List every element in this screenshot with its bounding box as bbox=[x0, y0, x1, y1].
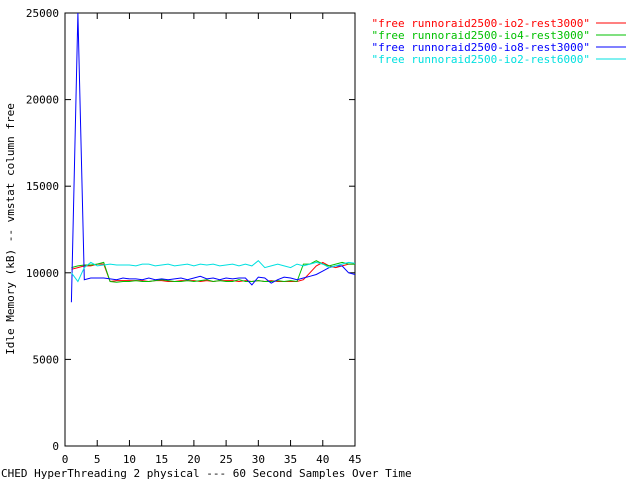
x-tick-label: 40 bbox=[316, 453, 329, 466]
legend-label: "free runnoraid2500-io2-rest6000" bbox=[371, 53, 590, 66]
y-tick-label: 5000 bbox=[33, 353, 60, 366]
y-tick-label: 10000 bbox=[26, 267, 59, 280]
x-tick-label: 25 bbox=[219, 453, 232, 466]
series-line-1 bbox=[71, 261, 355, 283]
line-chart: 0 5000 10000 15000 20000 25000 0 5 10 15 20 25 30 35… bbox=[1, 7, 626, 480]
y-tick-label: 0 bbox=[52, 440, 59, 453]
y-axis-label: Idle Memory (kB) -- vmstat column free bbox=[4, 103, 17, 355]
x-tick-label: 5 bbox=[94, 453, 101, 466]
y-tick-label: 15000 bbox=[26, 180, 59, 193]
y-tick-label: 20000 bbox=[26, 94, 59, 107]
x-tick-label: 10 bbox=[123, 453, 136, 466]
x-tick-label: 45 bbox=[348, 453, 361, 466]
x-axis-label: CHED HyperThreading 2 physical --- 60 Se… bbox=[1, 467, 412, 480]
x-tick-label: 35 bbox=[284, 453, 297, 466]
x-tick-label: 30 bbox=[252, 453, 265, 466]
x-axis-ticks: 0 5 10 15 20 25 30 35 40 45 bbox=[62, 13, 362, 466]
y-tick-label: 25000 bbox=[26, 7, 59, 20]
x-tick-label: 20 bbox=[187, 453, 200, 466]
legend: "free runnoraid2500-io2-rest3000""free r… bbox=[371, 17, 626, 66]
x-tick-label: 15 bbox=[155, 453, 168, 466]
y-axis-ticks: 0 5000 10000 15000 20000 25000 bbox=[26, 7, 355, 453]
plot-area-border bbox=[64, 12, 356, 447]
series-line-3 bbox=[70, 13, 355, 303]
series-lines bbox=[70, 13, 355, 303]
x-tick-label: 0 bbox=[62, 453, 69, 466]
